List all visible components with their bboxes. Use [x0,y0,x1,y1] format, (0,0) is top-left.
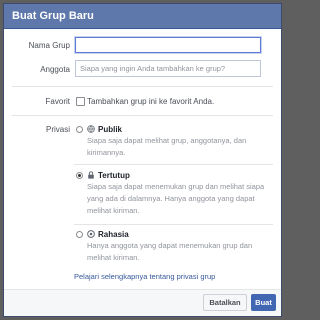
cancel-button[interactable]: Batalkan [203,294,247,311]
privacy-option-title[interactable]: Tertutup [98,171,130,180]
divider [12,86,273,87]
divider [74,224,273,225]
divider [74,164,273,165]
dialog-footer: Batalkan Buat [4,289,281,316]
favorite-checkbox-text[interactable]: Tambahkan grup ini ke favorit Anda. [87,97,214,106]
lock-icon [87,171,95,179]
privacy-radio-public[interactable] [76,126,83,133]
privacy-radio-secret[interactable] [76,231,83,238]
members-input[interactable]: Siapa yang ingin Anda tambahkan ke grup? [75,60,261,77]
globe-icon [87,125,95,133]
create-button[interactable]: Buat [251,294,276,311]
dialog-title: Buat Grup Baru [4,4,281,29]
divider [12,115,273,116]
group-name-input[interactable] [75,37,261,53]
privacy-option-description: Hanya anggota yang dapat menemukan grup … [87,241,253,262]
members-label: Anggota [40,65,70,74]
group-name-label: Nama Grup [28,41,70,50]
privacy-option-description: Siapa saja dapat melihat grup, anggotany… [87,136,247,157]
favorite-label: Favorit [45,97,70,106]
create-group-dialog: Buat Grup Baru Nama Grup Anggota Siapa y… [3,3,282,317]
privacy-option-title[interactable]: Publik [98,125,122,134]
learn-more-link[interactable]: Pelajari selengkapnya tentang privasi gr… [74,272,215,281]
privacy-option-description: Siapa saja dapat menemukan grup dan meli… [87,182,265,215]
privacy-radio-closed[interactable] [76,172,83,179]
privacy-option-title[interactable]: Rahasia [98,230,129,239]
privacy-label: Privasi [45,125,70,134]
favorite-checkbox[interactable] [76,97,85,106]
secret-icon [87,230,95,238]
